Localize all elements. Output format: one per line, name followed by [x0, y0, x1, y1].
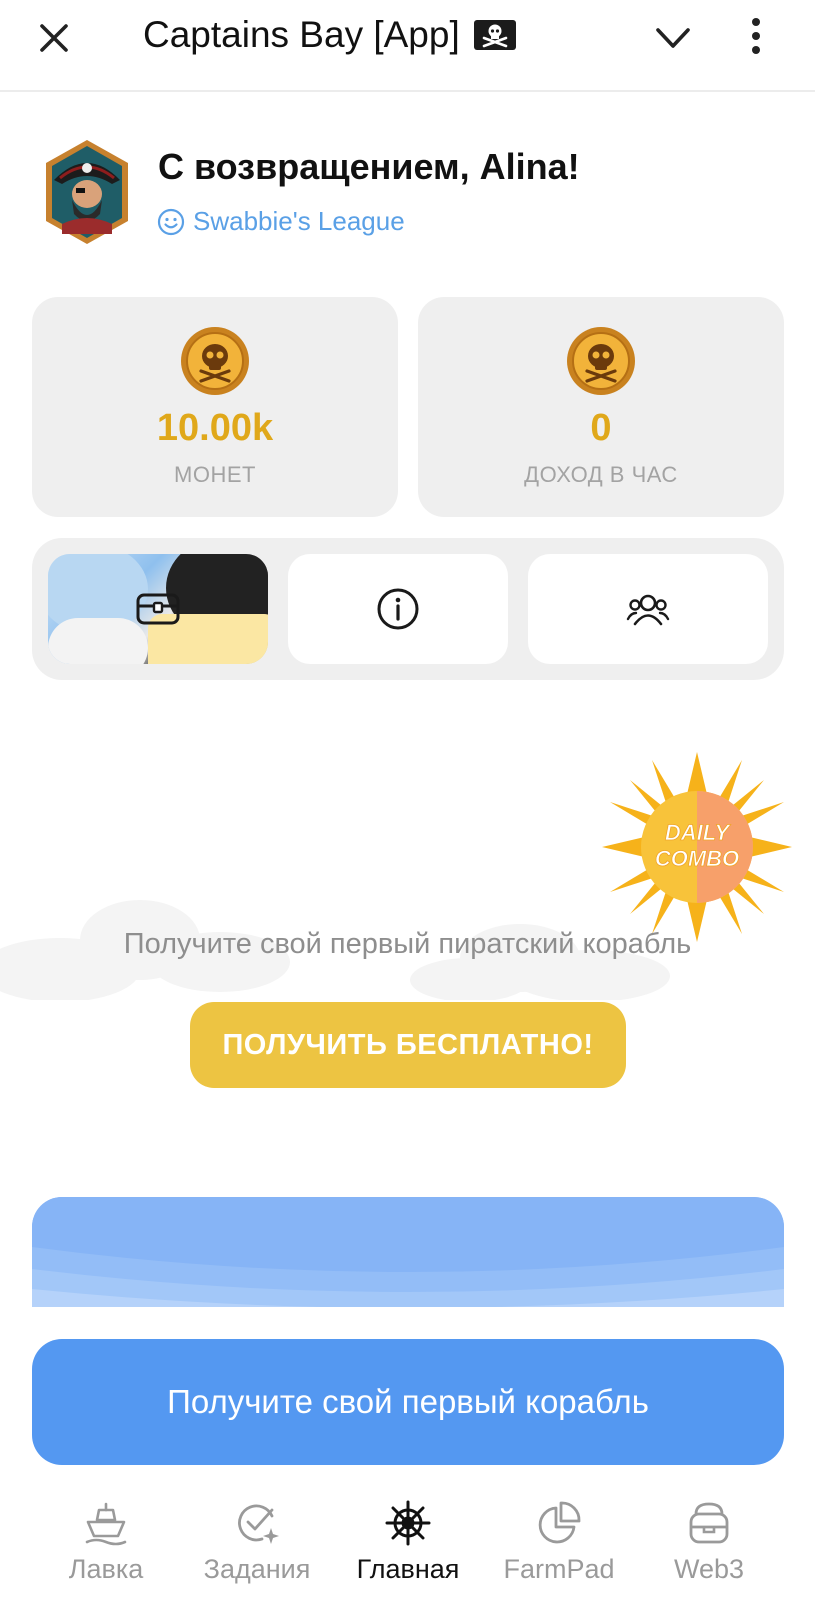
- coins-card: 10.00k МОНЕТ: [32, 297, 398, 517]
- league-link[interactable]: Swabbie's League: [157, 206, 405, 237]
- friends-button[interactable]: [528, 554, 768, 664]
- daily-combo-line1: DAILY: [665, 820, 732, 845]
- greeting-text: С возвращением, Alina!: [158, 146, 580, 187]
- helm-icon: [385, 1500, 431, 1546]
- chest-button[interactable]: [48, 554, 268, 664]
- skull-coin-icon: [567, 327, 635, 395]
- skull-coin-icon: [181, 327, 249, 395]
- income-card: 0 ДОХОД В ЧАС: [418, 297, 784, 517]
- actions-panel: [32, 538, 784, 680]
- nav-item-farmpad[interactable]: FarmPad: [484, 1490, 634, 1600]
- daily-combo-badge[interactable]: DAILY COMBO: [602, 752, 792, 942]
- get-first-ship-button[interactable]: Получите свой первый корабль: [32, 1339, 784, 1465]
- income-value: 0: [590, 407, 612, 449]
- smile-icon: [157, 208, 185, 235]
- coins-label: МОНЕТ: [174, 462, 256, 487]
- top-bar: Captains Bay [App]: [0, 0, 815, 92]
- friends-icon: [626, 594, 670, 626]
- info-button[interactable]: [288, 554, 508, 664]
- close-icon[interactable]: [34, 18, 74, 58]
- income-label: ДОХОД В ЧАС: [524, 462, 678, 487]
- coins-value: 10.00k: [156, 407, 274, 449]
- ship-icon: [85, 1502, 127, 1546]
- nav-label-farmpad: FarmPad: [503, 1554, 615, 1584]
- chevron-down-icon[interactable]: [652, 20, 694, 56]
- promo-text: Получите свой первый пиратский корабль: [123, 928, 692, 960]
- tasks-icon: [238, 1504, 279, 1544]
- nav-item-home[interactable]: Главная: [333, 1490, 483, 1600]
- daily-combo-line2: COMBO: [655, 846, 739, 871]
- pie-chart-icon: [538, 1501, 581, 1544]
- wallet-icon: [689, 1502, 729, 1544]
- app-screen: Captains Bay [App] С возвращением, Alina…: [0, 0, 815, 1600]
- nav-label-home: Главная: [356, 1554, 460, 1584]
- app-title: Captains Bay [App]: [143, 14, 518, 56]
- nav-label-web3: Web3: [673, 1554, 745, 1584]
- nav-item-shop[interactable]: Лавка: [31, 1490, 181, 1600]
- button-artwork: [48, 618, 148, 664]
- chest-icon: [136, 593, 180, 625]
- get-free-button[interactable]: ПОЛУЧИТЬ БЕСПЛАТНО!: [190, 1002, 626, 1088]
- nav-label-tasks: Задания: [203, 1554, 311, 1584]
- nav-item-tasks[interactable]: Задания: [182, 1490, 332, 1600]
- wave-banner: [32, 1197, 784, 1307]
- nav-item-web3[interactable]: Web3: [634, 1490, 784, 1600]
- nav-label-shop: Лавка: [68, 1554, 144, 1584]
- info-icon: [377, 588, 419, 630]
- app-title-text: Captains Bay [App]: [143, 14, 460, 55]
- avatar[interactable]: [42, 138, 132, 246]
- bottom-nav: Лавка Задания Главная FarmPad Web3: [0, 1490, 815, 1600]
- more-vertical-icon[interactable]: [748, 14, 764, 58]
- league-label: Swabbie's League: [193, 206, 405, 236]
- pirate-flag-icon: [473, 20, 516, 50]
